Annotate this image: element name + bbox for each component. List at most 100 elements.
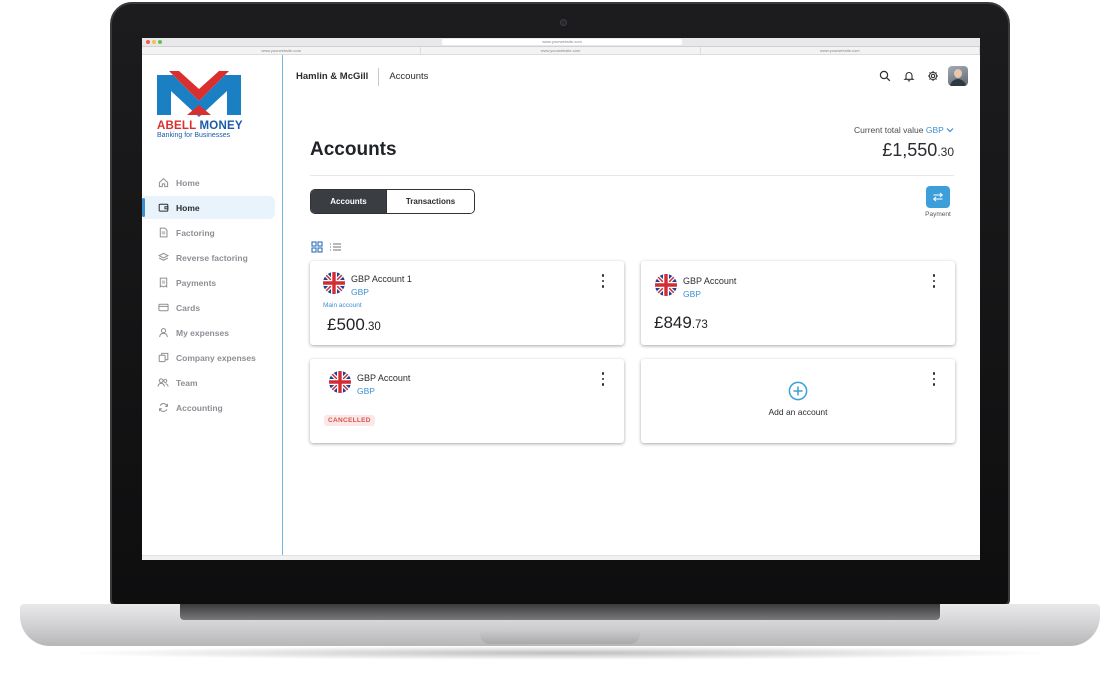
main-content: Hamlin & McGill Accounts Accounts Curren… [283, 55, 980, 560]
more-options-icon[interactable] [931, 274, 937, 288]
sidebar-item-label: Accounting [176, 402, 223, 413]
account-currency: GBP [357, 386, 375, 396]
list-view-icon[interactable] [329, 240, 342, 258]
browser-tab[interactable]: www.yourwebsite.com [421, 47, 701, 54]
account-balance: £500.30 [327, 315, 381, 335]
wallet-icon [157, 202, 169, 214]
account-currency: GBP [351, 287, 369, 297]
total-value: Current total value GBP £1,550.30 [854, 125, 954, 161]
keyboard-hinge [180, 604, 940, 620]
add-account-label: Add an account [768, 407, 828, 417]
total-amount-main: £1,550 [882, 140, 938, 160]
total-label-text: Current total value [854, 125, 924, 135]
brand-tagline: Banking for Businesses [157, 132, 231, 139]
account-balance: £849.73 [654, 313, 708, 333]
total-amount: £1,550.30 [854, 140, 954, 161]
laptop-shadow [60, 646, 1060, 660]
sidebar-item-label: Cards [176, 302, 201, 313]
balance-decimals: .30 [364, 321, 381, 333]
uk-flag-icon [655, 274, 677, 296]
chevron-down-icon [946, 128, 954, 133]
account-card[interactable]: GBP Account GBP £849.73 [641, 261, 955, 345]
sidebar-item-my-expenses[interactable]: My expenses [144, 321, 275, 344]
sidebar-item-label: Factoring [176, 227, 215, 238]
more-options-icon[interactable] [600, 274, 606, 288]
app: ABELL MONEY Banking for Businesses Home … [142, 55, 980, 560]
top-bar: Hamlin & McGill Accounts [283, 55, 980, 98]
main-account-label: Main account [323, 302, 362, 309]
balance-main: £849 [654, 313, 692, 332]
brand-name-part2: MONEY [199, 120, 243, 132]
more-options-icon[interactable] [600, 372, 606, 386]
balance-main: £500 [327, 315, 365, 334]
browser-tab[interactable]: www.yourwebsite.com [701, 47, 980, 54]
sidebar-item-reverse-factoring[interactable]: Reverse factoring [144, 246, 275, 269]
top-icons [876, 66, 968, 86]
payment-action: Payment [922, 186, 954, 218]
company-name[interactable]: Hamlin & McGill [296, 67, 380, 86]
sidebar-item-label: Payments [176, 277, 217, 288]
sidebar-item-label: Company expenses [176, 352, 256, 363]
tab-transactions[interactable]: Transactions [386, 190, 474, 213]
sidebar-item-label: Team [176, 377, 198, 388]
payment-button[interactable] [926, 186, 950, 208]
total-amount-decimals: .30 [937, 145, 954, 159]
sidebar-item-home[interactable]: Home [144, 171, 275, 194]
currency-code: GBP [925, 125, 944, 135]
total-label: Current total value GBP [854, 125, 954, 135]
account-currency: GBP [683, 289, 701, 299]
receipt-icon [157, 277, 169, 289]
gear-icon[interactable] [924, 67, 942, 85]
sidebar-item-home-accounts[interactable]: Home [142, 196, 275, 219]
transfer-icon [932, 192, 944, 202]
maximize-dot[interactable] [158, 40, 162, 44]
sidebar-item-accounting[interactable]: Accounting [144, 396, 275, 419]
sidebar: ABELL MONEY Banking for Businesses Home … [142, 55, 283, 560]
uk-flag-icon [323, 272, 345, 294]
url-bar[interactable]: www.yourwebsite.com [442, 39, 682, 45]
brand-name-part1: ABELL [157, 120, 197, 132]
grid-view-icon[interactable] [311, 240, 323, 258]
sidebar-item-label: My expenses [176, 327, 229, 338]
payment-label: Payment [925, 211, 951, 218]
sidebar-item-company-expenses[interactable]: Company expenses [144, 346, 275, 369]
base-notch [480, 632, 640, 644]
user-icon [157, 327, 169, 339]
currency-selector[interactable]: GBP [926, 125, 954, 135]
search-icon[interactable] [876, 67, 894, 85]
brand-logo[interactable]: ABELL MONEY Banking for Businesses [157, 71, 243, 139]
screen: www.yourwebsite.com www.yourwebsite.com … [142, 38, 980, 560]
browser-toolbar: www.yourwebsite.com [142, 38, 980, 47]
copy-icon [157, 352, 169, 364]
more-options-icon[interactable] [931, 372, 937, 386]
account-name: GBP Account [683, 276, 737, 286]
camera [560, 19, 567, 26]
divider [310, 175, 954, 176]
close-dot[interactable] [146, 40, 150, 44]
sidebar-item-factoring[interactable]: Factoring [144, 221, 275, 244]
account-card[interactable]: GBP Account GBP CANCELLED [310, 359, 624, 443]
laptop-base [20, 604, 1100, 646]
sidebar-item-team[interactable]: Team [144, 371, 275, 394]
logo-mark-icon [157, 71, 241, 117]
minimize-dot[interactable] [152, 40, 156, 44]
sidebar-item-cards[interactable]: Cards [144, 296, 275, 319]
status-badge: CANCELLED [324, 415, 375, 426]
page-title: Accounts [310, 139, 397, 160]
layers-icon [157, 252, 169, 264]
sidebar-item-payments[interactable]: Payments [144, 271, 275, 294]
avatar[interactable] [948, 66, 968, 86]
view-tabs: Accounts Transactions [310, 189, 475, 214]
bell-icon[interactable] [900, 67, 918, 85]
tab-accounts[interactable]: Accounts [311, 190, 386, 213]
view-toggle [311, 240, 342, 258]
screen-bottom-bar [142, 555, 980, 560]
document-icon [157, 227, 169, 239]
add-account-card[interactable]: Add an account [641, 359, 955, 443]
sidebar-item-label: Home [176, 177, 200, 188]
account-card[interactable]: GBP Account 1 GBP Main account £500.30 [310, 261, 624, 345]
breadcrumb: Accounts [389, 71, 429, 82]
sync-icon [157, 402, 169, 414]
browser-tab[interactable]: www.yourwebsite.com [142, 47, 422, 54]
account-name: GBP Account [357, 373, 411, 383]
